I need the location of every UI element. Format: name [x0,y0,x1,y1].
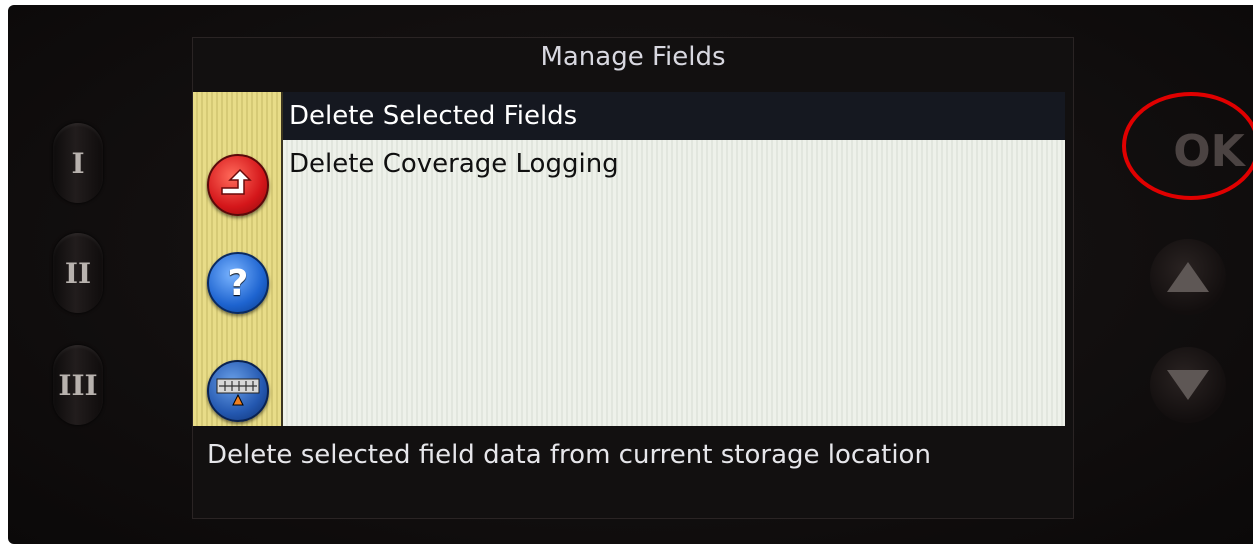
softkey-3-label: III [58,368,98,402]
sidebar: ? [193,92,283,426]
nav-up-button[interactable] [1150,239,1226,315]
nav-down-button[interactable] [1150,347,1226,423]
up-arrow-icon [1167,262,1209,292]
menu-item-delete-coverage-logging[interactable]: Delete Coverage Logging [283,140,1065,188]
ok-button[interactable]: OK [1154,111,1253,191]
screen: Manage Fields ? Delete Selected Fields D… [192,37,1074,519]
menu-item-delete-selected-fields[interactable]: Delete Selected Fields [283,92,1065,140]
field-map-icon[interactable] [207,360,269,422]
menu-list: Delete Selected Fields Delete Coverage L… [283,92,1065,426]
softkey-2-label: II [64,256,92,290]
status-description: Delete selected field data from current … [207,440,931,470]
display-device: I II III Manage Fields ? Delete Selected… [8,5,1253,544]
page-title: Manage Fields [540,42,726,72]
back-arrow-icon[interactable] [207,154,269,216]
softkey-1-label: I [71,146,85,180]
help-icon[interactable]: ? [207,252,269,314]
softkey-2-button[interactable]: II [53,233,103,313]
softkey-3-button[interactable]: III [53,345,103,425]
down-arrow-icon [1167,370,1209,400]
softkey-1-button[interactable]: I [53,123,103,203]
